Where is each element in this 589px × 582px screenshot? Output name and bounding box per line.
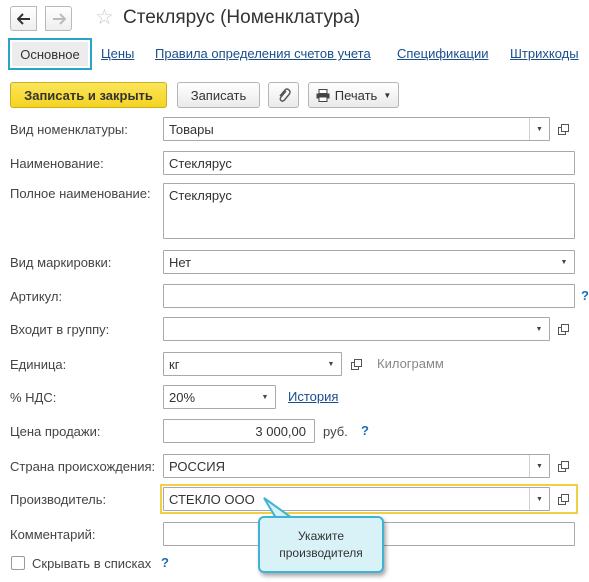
back-button[interactable]	[10, 6, 37, 31]
save-button[interactable]: Записать	[177, 82, 260, 108]
full-name-value: Стеклярус	[169, 188, 232, 203]
manufacturer-open-button[interactable]	[553, 488, 573, 510]
marking-value: Нет	[169, 255, 192, 270]
dropdown-arrow-icon: ▼	[327, 360, 335, 368]
marking-label: Вид маркировки:	[10, 255, 112, 270]
manufacturer-dropdown-button[interactable]: ▼	[529, 488, 549, 510]
dropdown-arrow-icon: ▼	[536, 495, 543, 503]
unit-value: кг	[169, 357, 180, 372]
vat-field[interactable]: 20% ▼	[163, 385, 276, 409]
name-value: Стеклярус	[169, 156, 232, 171]
dropdown-arrow-icon: ▼	[560, 258, 568, 266]
group-label: Входит в группу:	[10, 322, 110, 337]
tooltip-line2: производителя	[279, 545, 363, 560]
print-button[interactable]: Печать ▼	[308, 82, 399, 108]
name-field[interactable]: Стеклярус	[163, 151, 575, 175]
kind-value: Товары	[169, 122, 214, 137]
tab-barcodes[interactable]: Штрихкоды	[510, 46, 579, 61]
print-label: Печать	[334, 87, 378, 103]
unit-description: Килограмм	[377, 356, 444, 371]
article-label: Артикул:	[10, 289, 63, 304]
group-dropdown-button[interactable]: ▼	[529, 318, 549, 340]
tab-main[interactable]: Основное	[8, 38, 92, 70]
manufacturer-value: СТЕКЛО ООО	[169, 492, 255, 507]
star-icon[interactable]: ☆	[95, 6, 114, 30]
chevron-down-icon: ▼	[383, 90, 392, 100]
hide-in-lists-label: Скрывать в списках	[32, 556, 152, 571]
full-name-label: Полное наименование:	[10, 186, 151, 201]
price-label: Цена продажи:	[10, 424, 101, 439]
forward-button[interactable]	[45, 6, 72, 31]
tab-account-rules[interactable]: Правила определения счетов учета	[155, 46, 371, 61]
open-form-icon	[557, 493, 569, 505]
unit-open-button[interactable]	[346, 353, 366, 375]
dropdown-arrow-icon: ▼	[535, 325, 543, 333]
country-value: РОССИЯ	[169, 459, 226, 474]
vat-history-link[interactable]: История	[288, 389, 338, 404]
name-label: Наименование:	[10, 156, 104, 171]
vat-value: 20%	[169, 390, 196, 405]
kind-label: Вид номенклатуры:	[10, 122, 128, 137]
kind-dropdown-button[interactable]: ▼	[529, 118, 549, 140]
printer-icon	[316, 88, 330, 102]
comment-label: Комментарий:	[10, 527, 96, 542]
price-currency: руб.	[323, 424, 348, 439]
open-form-icon	[557, 460, 569, 472]
dropdown-arrow-icon: ▼	[536, 462, 543, 470]
tab-specifications[interactable]: Спецификации	[397, 46, 489, 61]
tooltip-line1: Укажите	[297, 528, 345, 543]
kind-field[interactable]: Товары ▼	[163, 117, 550, 141]
paperclip-icon	[278, 88, 291, 102]
article-field[interactable]	[163, 284, 575, 308]
attach-button[interactable]	[268, 82, 299, 108]
open-form-icon	[557, 123, 569, 135]
article-help-icon[interactable]: ?	[581, 288, 589, 303]
price-help-icon[interactable]: ?	[361, 423, 369, 438]
tooltip: Укажите производителя	[258, 516, 384, 573]
group-field[interactable]: ▼	[163, 317, 550, 341]
price-value: 3 000,00	[255, 424, 306, 439]
marking-dropdown-button[interactable]: ▼	[554, 251, 574, 273]
open-form-icon	[350, 358, 362, 370]
dropdown-arrow-icon: ▼	[261, 393, 269, 401]
price-field[interactable]: 3 000,00	[163, 419, 315, 443]
country-dropdown-button[interactable]: ▼	[529, 455, 549, 477]
unit-field[interactable]: кг ▼	[163, 352, 342, 376]
tab-prices[interactable]: Цены	[101, 46, 134, 61]
group-open-button[interactable]	[553, 318, 573, 340]
country-field[interactable]: РОССИЯ ▼	[163, 454, 550, 478]
country-open-button[interactable]	[553, 455, 573, 477]
hide-in-lists-checkbox[interactable]	[11, 556, 25, 570]
hide-in-lists-help-icon[interactable]: ?	[161, 555, 169, 570]
unit-label: Единица:	[10, 357, 67, 372]
country-label: Страна происхождения:	[10, 459, 156, 474]
window-title: Стеклярус (Номенклатура)	[123, 7, 361, 28]
vat-dropdown-button[interactable]: ▼	[255, 386, 275, 408]
vat-label: % НДС:	[10, 390, 57, 405]
arrow-right-icon	[52, 12, 66, 25]
manufacturer-label: Производитель:	[10, 492, 107, 507]
full-name-field[interactable]: Стеклярус	[163, 183, 575, 239]
manufacturer-field[interactable]: СТЕКЛО ООО ▼	[163, 487, 550, 511]
open-form-icon	[557, 323, 569, 335]
tab-main-label: Основное	[12, 42, 88, 66]
unit-dropdown-button[interactable]: ▼	[321, 353, 341, 375]
dropdown-arrow-icon: ▼	[536, 125, 543, 133]
save-close-button[interactable]: Записать и закрыть	[10, 82, 167, 108]
arrow-left-icon	[16, 12, 30, 25]
kind-open-button[interactable]	[553, 118, 573, 140]
marking-field[interactable]: Нет ▼	[163, 250, 575, 274]
